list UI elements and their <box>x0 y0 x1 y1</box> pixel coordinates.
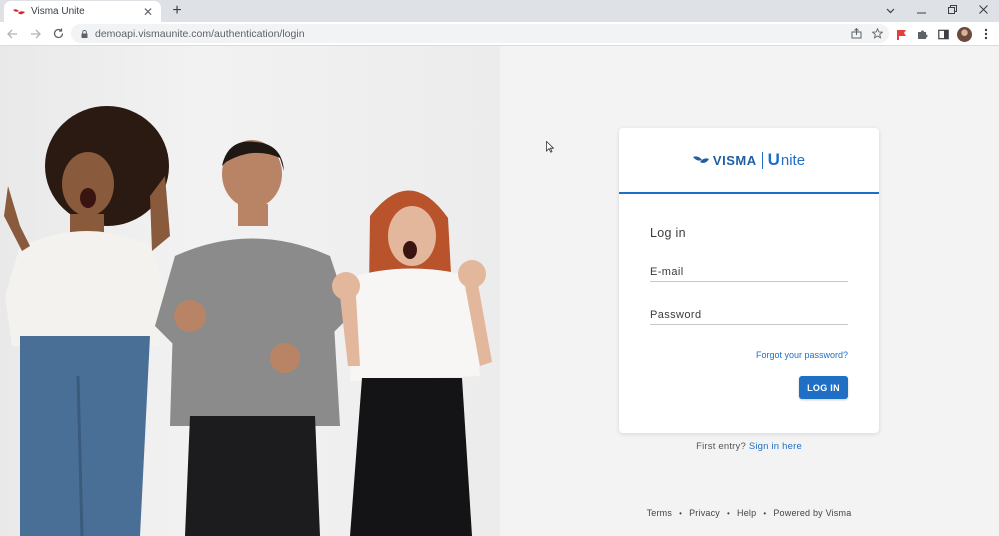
hero-image <box>0 46 500 536</box>
profile-avatar[interactable] <box>957 26 972 42</box>
tab-title: Visma Unite <box>31 6 85 17</box>
first-entry: First entry? Sign in here <box>619 441 879 452</box>
login-title: Log in <box>650 226 686 240</box>
password-field-wrapper <box>650 305 848 325</box>
share-icon[interactable] <box>851 28 862 39</box>
footer-separator: • <box>763 508 767 518</box>
visma-unite-logo: VISMA U nite <box>692 150 805 170</box>
kebab-menu-icon[interactable] <box>979 27 993 41</box>
password-field[interactable] <box>650 306 848 324</box>
footer-separator: • <box>679 508 683 518</box>
new-tab-button[interactable]: + <box>168 2 186 20</box>
flag-extension-icon[interactable] <box>894 27 908 41</box>
footer-separator: • <box>727 508 731 518</box>
email-field[interactable] <box>650 263 848 281</box>
logo-visma-text: VISMA <box>712 152 757 168</box>
window-controls <box>875 0 999 22</box>
first-entry-text: First entry? <box>696 441 746 452</box>
logo-unite-rest: nite <box>780 151 806 169</box>
footer-terms-link[interactable]: Terms <box>647 508 673 518</box>
puzzle-icon[interactable] <box>915 27 929 41</box>
browser-tabstrip: Visma Unite ✕ + <box>0 0 999 22</box>
close-window-icon[interactable] <box>968 0 999 22</box>
address-bar[interactable]: demoapi.vismaunite.com/authentication/lo… <box>71 24 889 43</box>
forgot-password-link[interactable]: Forgot your password? <box>756 350 848 360</box>
footer-privacy-link[interactable]: Privacy <box>689 508 720 518</box>
logo-unite-text: U nite <box>768 150 805 170</box>
browser-tab[interactable]: Visma Unite ✕ <box>4 1 161 22</box>
card-header: VISMA U nite <box>619 128 879 194</box>
restore-icon[interactable] <box>937 0 968 22</box>
side-panel-icon[interactable] <box>936 27 950 41</box>
login-button[interactable]: LOG IN <box>799 376 848 399</box>
email-field-wrapper <box>650 262 848 282</box>
sign-in-here-link[interactable]: Sign in here <box>749 441 802 452</box>
mouse-cursor-icon <box>546 141 554 153</box>
tab-search-icon[interactable] <box>875 0 906 22</box>
footer-powered-by-link[interactable]: Powered by Visma <box>773 508 851 518</box>
visma-favicon-icon <box>13 8 25 14</box>
tab-close-icon[interactable]: ✕ <box>141 6 155 18</box>
extensions-area <box>894 22 993 46</box>
visma-logo-mark-icon <box>692 156 709 163</box>
lock-icon[interactable] <box>81 29 88 38</box>
happy-people-illustration <box>4 106 492 536</box>
login-page: VISMA U nite Log in Forgot your password… <box>0 46 999 536</box>
footer-help-link[interactable]: Help <box>737 508 756 518</box>
person-middle <box>155 140 350 536</box>
reload-icon[interactable] <box>47 23 69 45</box>
footer: Terms • Privacy • Help • Powered by Vism… <box>619 508 879 518</box>
login-card: VISMA U nite Log in Forgot your password… <box>619 128 879 433</box>
browser-toolbar: demoapi.vismaunite.com/authentication/lo… <box>0 22 999 46</box>
person-right <box>332 190 492 536</box>
url-text[interactable]: demoapi.vismaunite.com/authentication/lo… <box>95 28 305 40</box>
forward-arrow-icon[interactable] <box>24 23 46 45</box>
logo-unite-u: U <box>767 150 780 169</box>
star-icon[interactable] <box>872 28 883 39</box>
omnibox-actions <box>851 24 883 43</box>
person-left <box>4 106 170 536</box>
minimize-icon[interactable] <box>906 0 937 22</box>
logo-divider <box>761 151 763 169</box>
back-arrow-icon[interactable] <box>1 23 23 45</box>
